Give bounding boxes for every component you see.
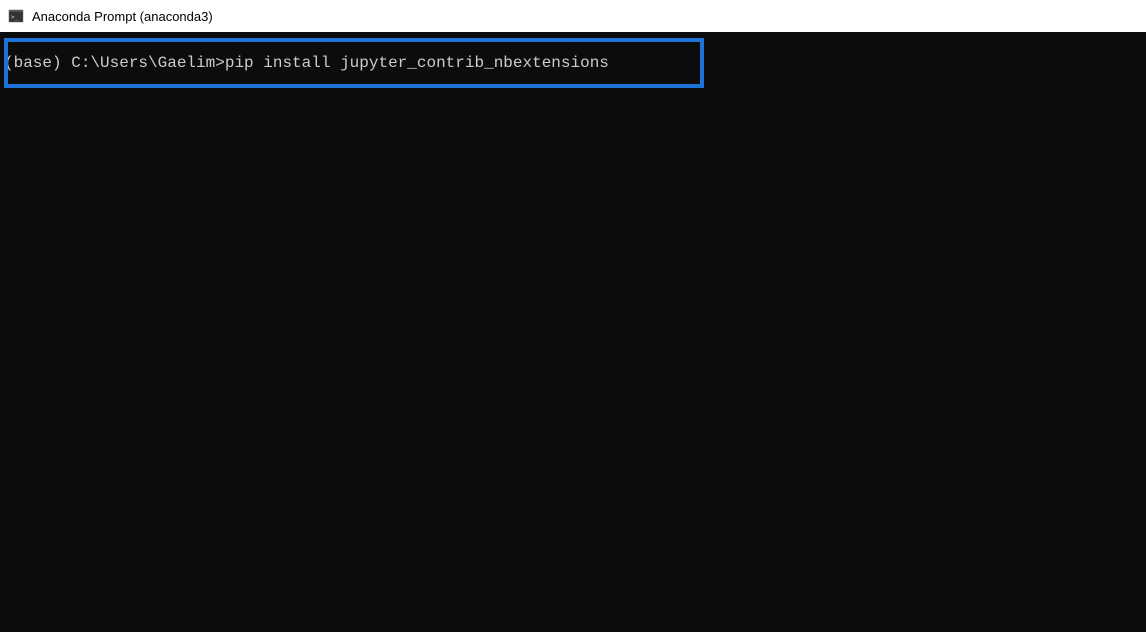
- terminal-icon: >_: [8, 8, 24, 24]
- terminal-command: pip install jupyter_contrib_nbextensions: [225, 54, 609, 72]
- terminal-line: (base) C:\Users\Gaelim>pip install jupyt…: [0, 40, 1146, 74]
- terminal-prompt: (base) C:\Users\Gaelim>: [4, 54, 225, 72]
- svg-text:>_: >_: [11, 14, 19, 21]
- window-title-bar: >_ Anaconda Prompt (anaconda3): [0, 0, 1146, 32]
- terminal-viewport[interactable]: (base) C:\Users\Gaelim>pip install jupyt…: [0, 32, 1146, 632]
- window-title: Anaconda Prompt (anaconda3): [32, 9, 213, 24]
